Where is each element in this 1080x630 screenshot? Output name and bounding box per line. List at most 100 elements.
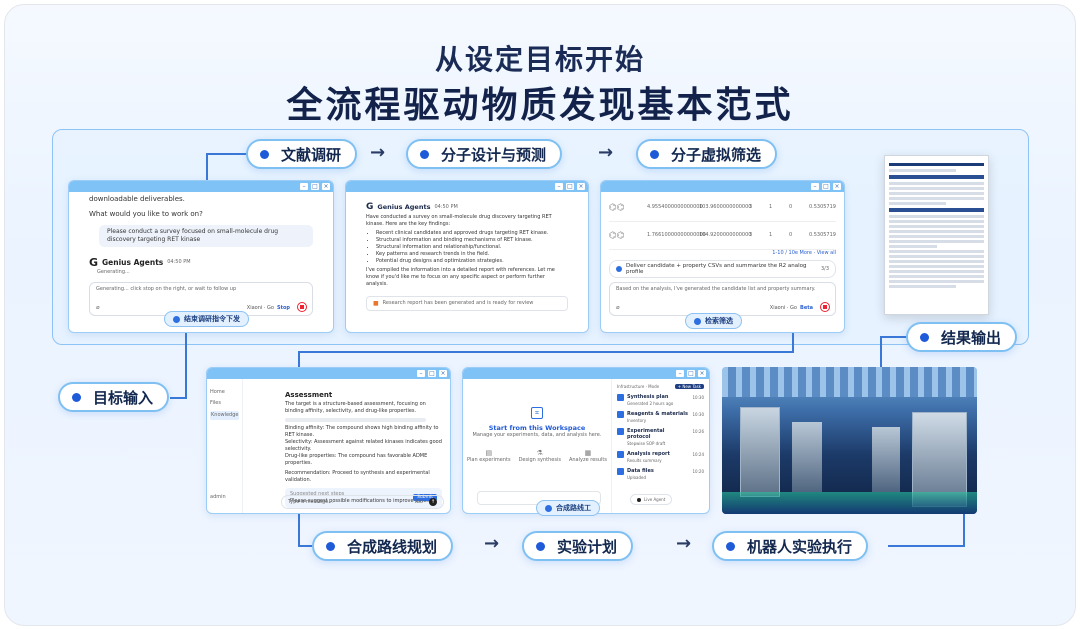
finding-item: Structural information and binding mecha…	[376, 237, 568, 244]
sidebar-item-home[interactable]: Home	[210, 389, 239, 396]
report-file-text: Research report has been generated and i…	[382, 300, 534, 306]
maximize-icon[interactable]: □	[822, 183, 830, 190]
minimize-icon[interactable]: –	[555, 183, 563, 190]
table-cell: 3	[748, 204, 753, 210]
chat-input[interactable]: Based on the analysis, I've generated th…	[609, 282, 836, 316]
list-item[interactable]: Data files Uploaded 10:20	[617, 468, 704, 481]
list-item-time: 10:26	[692, 429, 704, 434]
step-goal-input[interactable]: 目标输入	[58, 382, 170, 412]
step-robot-execution[interactable]: 机器人实验执行	[712, 531, 869, 561]
minimize-icon[interactable]: –	[300, 183, 308, 190]
stop-button[interactable]	[820, 302, 830, 312]
table-cell: 4.9554000000000000	[646, 204, 703, 210]
step-result-output[interactable]: 结果输出	[906, 322, 1018, 352]
step-label: 分子设计与预测	[441, 145, 547, 164]
attachment-icon[interactable]: ⌀	[96, 304, 100, 311]
report-file-card[interactable]: ■ Research report has been generated and…	[366, 296, 568, 311]
recommendation-text: Recommendation: Proceed to synthesis and…	[285, 470, 430, 483]
workspace-title: Start from this Workspace	[488, 424, 586, 432]
stop-icon	[300, 305, 304, 309]
molecule-structure-icon: ⌬⌬	[609, 230, 625, 241]
sidebar-item-files[interactable]: Files	[210, 400, 239, 407]
close-icon[interactable]: ×	[577, 183, 585, 190]
search-screen-button[interactable]: 检索筛选	[685, 313, 742, 329]
minimize-icon[interactable]: –	[676, 370, 684, 377]
minimize-icon[interactable]: –	[417, 370, 425, 377]
connector-line	[298, 351, 300, 367]
connector-line	[206, 153, 208, 181]
page-subtitle: 从设定目标开始	[434, 43, 645, 76]
step-dot-icon	[72, 392, 81, 402]
finding-item: Structural information and relationship/…	[376, 244, 568, 251]
maximize-icon[interactable]: □	[687, 370, 695, 377]
reply-text: Based on the analysis, I've generated th…	[616, 286, 816, 292]
step-virtual-screening[interactable]: 分子虚拟筛选	[636, 139, 778, 169]
connector-line	[880, 336, 908, 338]
minimize-icon[interactable]: –	[811, 183, 819, 190]
step-label: 分子虚拟筛选	[671, 145, 762, 164]
list-item[interactable]: Analysis report Results summary 10:24	[617, 451, 704, 464]
user-message-bubble: Please conduct a survey focused on small…	[99, 225, 313, 247]
action-plan[interactable]: Plan experiments	[467, 457, 511, 464]
send-icon[interactable]: ↑	[429, 498, 437, 506]
agent-status-pill[interactable]: Live Agent	[630, 494, 673, 505]
table-pager[interactable]: 1-10 / 10e More · View all	[609, 250, 836, 257]
step-experiment-plan[interactable]: 实验计划	[522, 531, 634, 561]
file-icon	[617, 428, 624, 435]
connector-line	[298, 514, 300, 546]
end-research-button[interactable]: 结束调研指令下发	[164, 311, 249, 327]
file-icon	[617, 451, 624, 458]
status-dot-icon	[637, 497, 641, 502]
lab-station	[740, 407, 780, 497]
table-cell: 1.76610000000000000	[646, 232, 706, 238]
table-row: ⌬⌬ 4.9554000000000000 103.9600000000000 …	[609, 194, 836, 222]
model-selector[interactable]: Go	[416, 499, 423, 506]
table-cell: 0.5305719	[808, 204, 836, 210]
close-icon[interactable]: ×	[833, 183, 841, 190]
action-analyze[interactable]: Analyze results	[569, 457, 607, 464]
sidebar-item-knowledge[interactable]: Knowledge	[210, 411, 239, 420]
message-input[interactable]: Type a message... Go ↑	[281, 495, 444, 509]
close-icon[interactable]: ×	[439, 370, 447, 377]
maximize-icon[interactable]: □	[428, 370, 436, 377]
molecule-structure-icon: ⌬⌬	[609, 202, 625, 213]
lab-station	[872, 427, 900, 492]
model-selector[interactable]: Xiaoni · Go	[770, 305, 797, 311]
design-agent-window: – □ × G Genius Agents 04:50 PM Have conduc…	[345, 180, 589, 333]
connector-line	[880, 336, 882, 368]
step-molecule-design[interactable]: 分子设计与预测	[406, 139, 563, 169]
new-task-button[interactable]: + New Task	[674, 384, 704, 389]
close-icon[interactable]: ×	[698, 370, 706, 377]
prompt-chip[interactable]: Deliver candidate + property CSVs and su…	[609, 260, 836, 278]
step-label: 文献调研	[281, 145, 342, 164]
stop-label[interactable]: Stop	[277, 305, 290, 311]
bottom-accent-bar	[845, 625, 1021, 626]
list-item[interactable]: Experimental protocol Stepwise SOP draft 1…	[617, 428, 704, 447]
user-name[interactable]: admin	[210, 494, 226, 501]
list-item-subtitle: Generated 2 hours ago	[627, 401, 674, 406]
list-item[interactable]: Synthesis plan Generated 2 hours ago 10:30	[617, 394, 704, 407]
connector-line	[792, 330, 794, 352]
list-item-time: 10:30	[692, 412, 704, 417]
stop-button[interactable]	[297, 302, 307, 312]
chat-input-placeholder: Generating... click stop on the right, o…	[96, 286, 237, 292]
synthesis-route-button[interactable]: 合成路线工	[536, 500, 600, 516]
model-selector[interactable]: Xiaoni · Go	[247, 305, 274, 311]
action-design[interactable]: Design synthesis	[519, 457, 561, 464]
send-label[interactable]: Beta	[800, 305, 813, 311]
maximize-icon[interactable]: □	[566, 183, 574, 190]
attachment-icon[interactable]: ⌀	[616, 304, 620, 311]
report-intro: Have conducted a survey on small-molecul…	[366, 214, 552, 227]
close-icon[interactable]: ×	[322, 183, 330, 190]
finding-item: Key patterns and research trends in the …	[376, 251, 568, 258]
maximize-icon[interactable]: □	[311, 183, 319, 190]
step-literature-research[interactable]: 文献调研	[246, 139, 358, 169]
task-sidebar: Infrastructure · Mode + New Task Synthes…	[611, 379, 709, 513]
section-heading: Assessment	[285, 391, 333, 399]
step-synthesis-route[interactable]: 合成路线规划	[312, 531, 454, 561]
assessment-item: Drug-like properties: The compound has f…	[285, 453, 428, 466]
list-item-subtitle: Uploaded	[627, 475, 647, 480]
list-item[interactable]: Reagents & materials Inventory 10:30	[617, 411, 704, 424]
step-dot-icon	[726, 541, 735, 551]
window-titlebar: – □ ×	[346, 181, 588, 192]
